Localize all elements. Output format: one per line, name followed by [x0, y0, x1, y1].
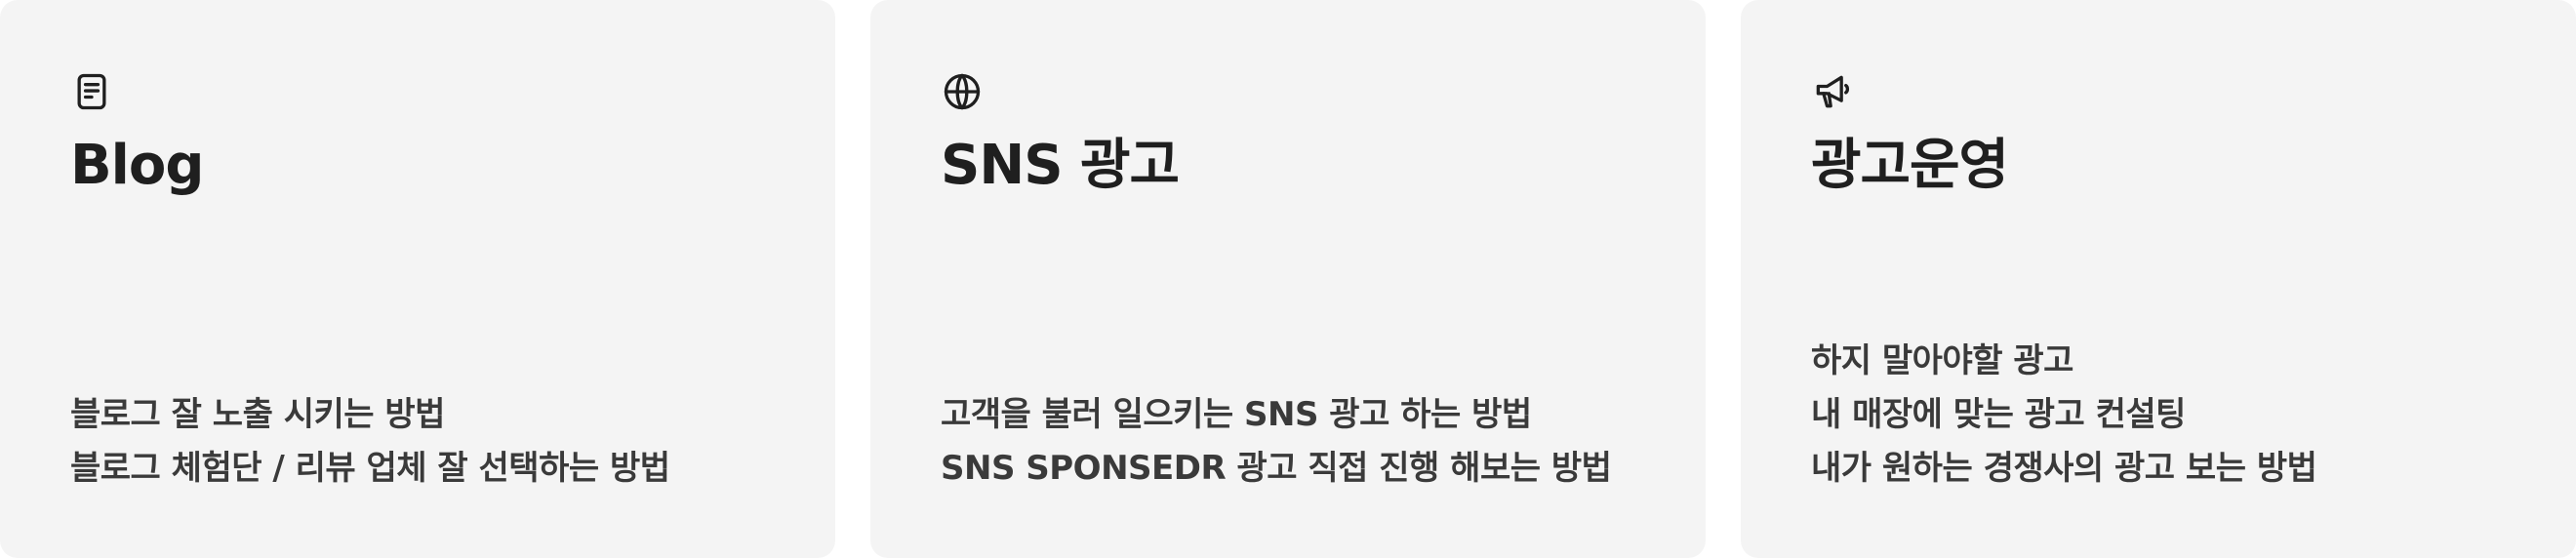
- card-item-list: 블로그 잘 노출 시키는 방법 블로그 체험단 / 리뷰 업체 잘 선택하는 방…: [70, 388, 670, 496]
- card-blog[interactable]: Blog 블로그 잘 노출 시키는 방법 블로그 체험단 / 리뷰 업체 잘 선…: [0, 0, 835, 558]
- card-item-list: 고객을 불러 일으키는 SNS 광고 하는 방법 SNS SPONSEDR 광고…: [941, 388, 1612, 496]
- globe-icon: [941, 70, 984, 113]
- card-title: 광고운영: [1811, 134, 2009, 197]
- list-item: 블로그 체험단 / 리뷰 업체 잘 선택하는 방법: [70, 449, 670, 488]
- card-item-list: 하지 말아야할 광고 내 매장에 맞는 광고 컨설팅 내가 원하는 경쟁사의 광…: [1811, 335, 2317, 496]
- card-title: SNS 광고: [941, 134, 1180, 197]
- card-sns-ads[interactable]: SNS 광고 고객을 불러 일으키는 SNS 광고 하는 방법 SNS SPON…: [870, 0, 1706, 558]
- card-ad-operation[interactable]: 광고운영 하지 말아야할 광고 내 매장에 맞는 광고 컨설팅 내가 원하는 경…: [1741, 0, 2576, 558]
- megaphone-icon: [1811, 70, 1854, 113]
- list-item: 블로그 잘 노출 시키는 방법: [70, 395, 445, 434]
- list-item: 하지 말아야할 광고: [1811, 341, 2073, 380]
- document-icon: [70, 70, 113, 113]
- list-item: 고객을 불러 일으키는 SNS 광고 하는 방법: [941, 395, 1532, 434]
- card-title: Blog: [70, 134, 204, 197]
- list-item: 내 매장에 맞는 광고 컨설팅: [1811, 395, 2186, 434]
- list-item: 내가 원하는 경쟁사의 광고 보는 방법: [1811, 449, 2317, 488]
- list-item: SNS SPONSEDR 광고 직접 진행 해보는 방법: [941, 449, 1612, 488]
